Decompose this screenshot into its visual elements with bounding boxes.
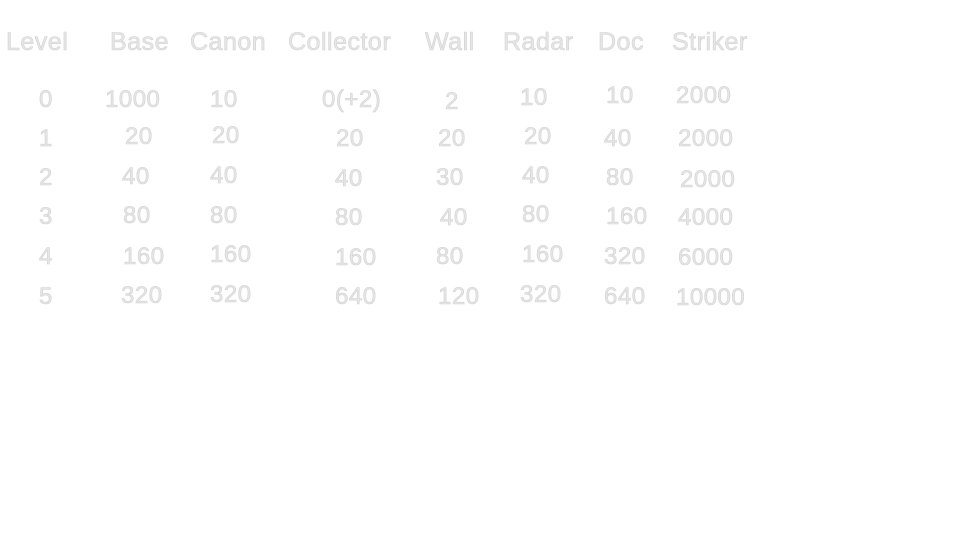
cell-radar: 40 [522,162,550,189]
cell-striker: 2000 [678,125,734,152]
header-collector: Collector [288,28,392,56]
cell-collector: 0(+2) [322,86,382,113]
cell-base: 20 [125,123,153,150]
cell-wall: 20 [438,125,466,152]
cell-base: 320 [121,282,163,309]
cell-level: 0 [39,86,53,113]
cell-striker: 10000 [676,284,746,311]
cell-doc: 320 [604,243,646,270]
cell-doc: 40 [604,125,632,152]
cell-canon: 80 [210,202,238,229]
cell-wall: 120 [438,283,480,310]
cell-canon: 10 [210,86,238,113]
cell-striker: 4000 [678,204,734,231]
header-radar: Radar [503,28,574,56]
cell-collector: 640 [335,283,377,310]
header-striker: Striker [672,28,748,56]
cell-collector: 20 [336,125,364,152]
cell-doc: 80 [606,164,634,191]
cell-canon: 40 [210,162,238,189]
upgrade-cost-table: Level Base Canon Collector Wall Radar Do… [0,0,960,540]
cell-base: 160 [123,243,165,270]
cell-wall: 30 [436,164,464,191]
cell-radar: 80 [522,201,550,228]
cell-level: 2 [39,164,53,191]
cell-canon: 160 [210,241,252,268]
cell-base: 1000 [105,86,161,113]
cell-level: 5 [39,283,53,310]
cell-doc: 10 [606,82,634,109]
cell-wall: 2 [445,88,459,115]
cell-radar: 20 [524,123,552,150]
cell-collector: 160 [335,244,377,271]
header-base: Base [110,28,169,56]
cell-striker: 2000 [680,166,736,193]
cell-canon: 320 [210,281,252,308]
cell-striker: 6000 [678,244,734,271]
cell-striker: 2000 [676,82,732,109]
cell-canon: 20 [212,122,240,149]
cell-level: 4 [39,243,53,270]
cell-wall: 40 [440,204,468,231]
cell-base: 80 [123,202,151,229]
cell-radar: 160 [522,241,564,268]
cell-radar: 320 [520,281,562,308]
cell-wall: 80 [436,243,464,270]
cell-level: 3 [39,203,53,230]
cell-doc: 640 [604,283,646,310]
cell-doc: 160 [606,203,648,230]
header-wall: Wall [425,28,475,56]
cell-radar: 10 [520,84,548,111]
cell-collector: 40 [335,165,363,192]
cell-level: 1 [39,125,53,152]
cell-collector: 80 [335,204,363,231]
header-canon: Canon [190,28,267,56]
cell-base: 40 [122,163,150,190]
header-doc: Doc [598,28,644,56]
header-level: Level [6,28,69,56]
